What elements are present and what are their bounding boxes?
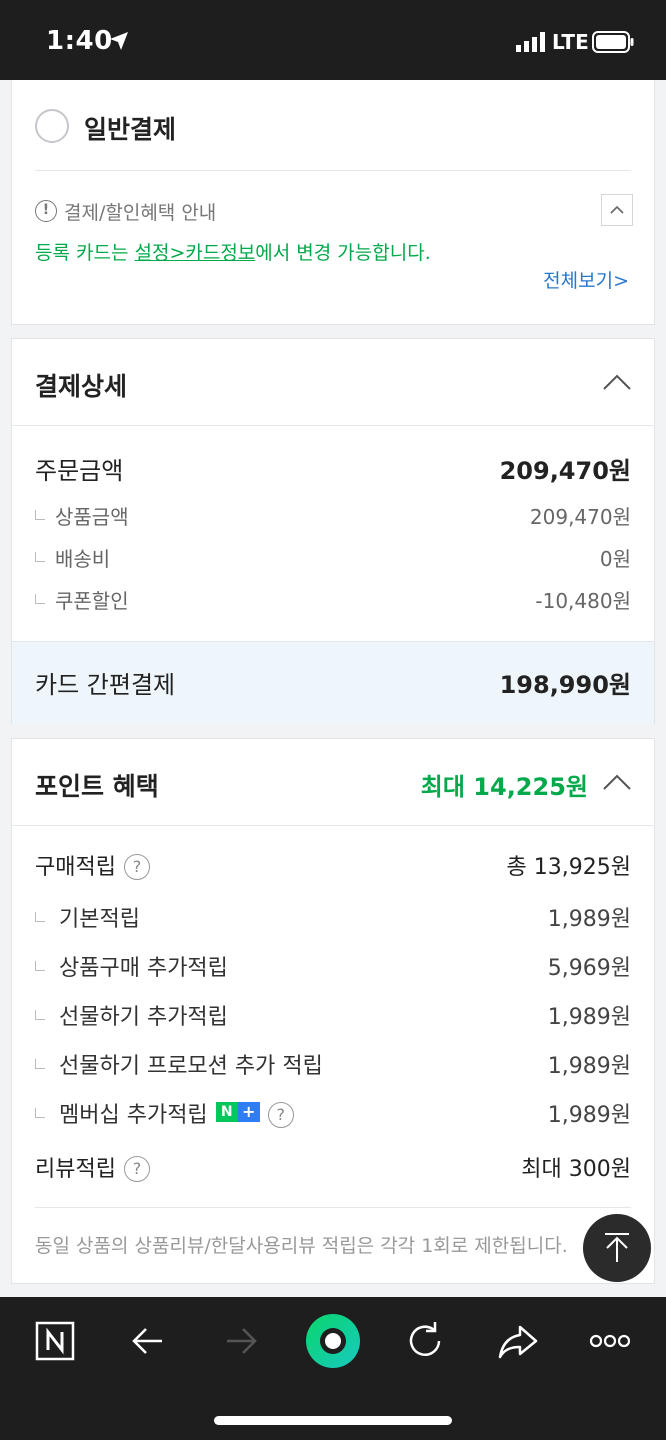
info-icon: ! <box>35 200 57 222</box>
battery-icon <box>592 31 634 53</box>
points-detail-value: 1,989원 <box>547 1103 631 1128</box>
points-title: 포인트 혜택 <box>35 772 159 801</box>
detail-label: 배송비 <box>35 543 110 572</box>
points-detail-row: 선물하기 프로모션 추가 적립 1,989원 <box>35 1048 631 1080</box>
purchase-points-label: 구매적립 <box>35 855 116 880</box>
chevron-up-icon[interactable] <box>602 773 632 791</box>
divider <box>12 825 654 826</box>
card-settings-link[interactable]: 설정>카드정보 <box>134 242 255 264</box>
view-all-link[interactable]: 전체보기> <box>543 266 629 293</box>
green-dot-icon <box>306 1314 360 1368</box>
info-text-prefix: 등록 카드는 <box>35 242 135 264</box>
more-dots-icon <box>589 1334 631 1348</box>
points-detail-value: 1,989원 <box>547 1054 631 1079</box>
status-time: 1:40 <box>46 26 113 56</box>
divider <box>35 1207 631 1208</box>
scroll-to-top-button[interactable] <box>583 1214 651 1282</box>
points-detail-label: 선물하기 프로모션 추가 적립 <box>35 1048 323 1080</box>
back-button[interactable] <box>124 1317 172 1365</box>
arrow-right-icon <box>227 1328 257 1354</box>
arrow-left-icon <box>132 1328 162 1354</box>
location-arrow-icon <box>110 32 128 50</box>
forward-button[interactable] <box>217 1317 265 1365</box>
benefit-info-title: 결제/할인혜택 안내 <box>64 202 217 224</box>
benefit-info-text: 등록 카드는 설정>카드정보에서 변경 가능합니다. <box>35 238 431 265</box>
order-amount-row: 주문금액 209,470원 <box>35 451 631 486</box>
collapse-info-button[interactable] <box>601 194 633 226</box>
naver-home-button[interactable] <box>31 1317 79 1365</box>
review-points-label: 리뷰적립 <box>35 1157 116 1182</box>
help-icon[interactable]: ? <box>123 854 150 880</box>
refresh-icon <box>409 1322 441 1356</box>
total-row: 카드 간편결제 198,990원 <box>35 665 631 700</box>
review-points-value: 최대 300원 <box>521 1157 631 1182</box>
detail-value: -10,480원 <box>535 589 631 613</box>
arrow-up-icon <box>605 1233 629 1262</box>
detail-value: 209,470원 <box>529 505 631 529</box>
help-icon[interactable]: ? <box>267 1102 294 1128</box>
points-detail-row: 상품구매 추가적립 5,969원 <box>35 950 631 982</box>
info-text-suffix: 에서 변경 가능합니다. <box>255 242 431 264</box>
purchase-points-value: 총 13,925원 <box>506 855 631 880</box>
detail-row: 배송비 0원 <box>35 543 631 572</box>
chevron-up-icon <box>610 205 624 214</box>
home-indicator[interactable] <box>214 1416 452 1425</box>
order-amount-label: 주문금액 <box>35 457 124 485</box>
payment-detail-card: 결제상세 주문금액 209,470원 상품금액 209,470원 배송비 0원 … <box>11 338 655 724</box>
share-arrow-icon <box>498 1325 538 1359</box>
points-detail-label: 선물하기 추가적립 <box>35 999 228 1031</box>
review-limit-note: 동일 상품의 상품리뷰/한달사용리뷰 적립은 각각 1회로 제한됩니다. <box>35 1235 568 1257</box>
general-payment-radio[interactable] <box>35 109 69 143</box>
points-detail-label: 멤버십 추가적립 <box>35 1103 208 1128</box>
naver-plus-membership-icon: N + <box>215 1102 260 1122</box>
refresh-button[interactable] <box>401 1317 449 1365</box>
points-detail-value: 1,989원 <box>547 907 631 932</box>
general-payment-label[interactable]: 일반결제 <box>84 110 176 146</box>
detail-row: 쿠폰할인 -10,480원 <box>35 585 631 614</box>
share-button[interactable] <box>494 1317 542 1365</box>
detail-value: 0원 <box>599 547 631 571</box>
points-detail-row: 선물하기 추가적립 1,989원 <box>35 999 631 1031</box>
total-value: 198,990원 <box>499 671 631 699</box>
payment-detail-title: 결제상세 <box>35 372 128 401</box>
payment-method-card: 일반결제 ! 결제/할인혜택 안내 등록 카드는 설정>카드정보에서 변경 가능… <box>11 80 655 325</box>
points-detail-row: 기본적립 1,989원 <box>35 901 631 933</box>
divider <box>35 170 631 171</box>
signal-bars-icon <box>516 32 545 52</box>
status-bar: 1:40 LTE <box>0 0 666 80</box>
detail-label: 쿠폰할인 <box>35 585 129 614</box>
points-benefit-card: 포인트 혜택 최대 14,225원 구매적립? 총 13,925원 기본적립 1… <box>11 738 655 1284</box>
more-menu-button[interactable] <box>586 1317 634 1365</box>
divider <box>12 425 654 426</box>
total-label: 카드 간편결제 <box>35 671 176 699</box>
network-type: LTE <box>552 30 589 54</box>
naver-n-icon <box>35 1321 75 1361</box>
detail-label: 상품금액 <box>35 501 129 530</box>
detail-row: 상품금액 209,470원 <box>35 501 631 530</box>
review-points-row: 리뷰적립? 최대 300원 <box>35 1151 631 1183</box>
points-detail-label: 기본적립 <box>35 901 140 933</box>
help-icon[interactable]: ? <box>123 1156 150 1182</box>
points-max-value: 최대 14,225원 <box>420 773 588 801</box>
points-detail-row: 멤버십 추가적립 N +? 1,989원 <box>35 1097 631 1129</box>
points-detail-value: 5,969원 <box>547 956 631 981</box>
points-detail-label: 상품구매 추가적립 <box>35 950 228 982</box>
points-detail-value: 1,989원 <box>547 1005 631 1030</box>
order-amount-value: 209,470원 <box>499 457 631 485</box>
green-dot-button[interactable] <box>305 1313 361 1369</box>
chevron-up-icon[interactable] <box>602 373 632 391</box>
purchase-points-row: 구매적립? 총 13,925원 <box>35 849 631 881</box>
